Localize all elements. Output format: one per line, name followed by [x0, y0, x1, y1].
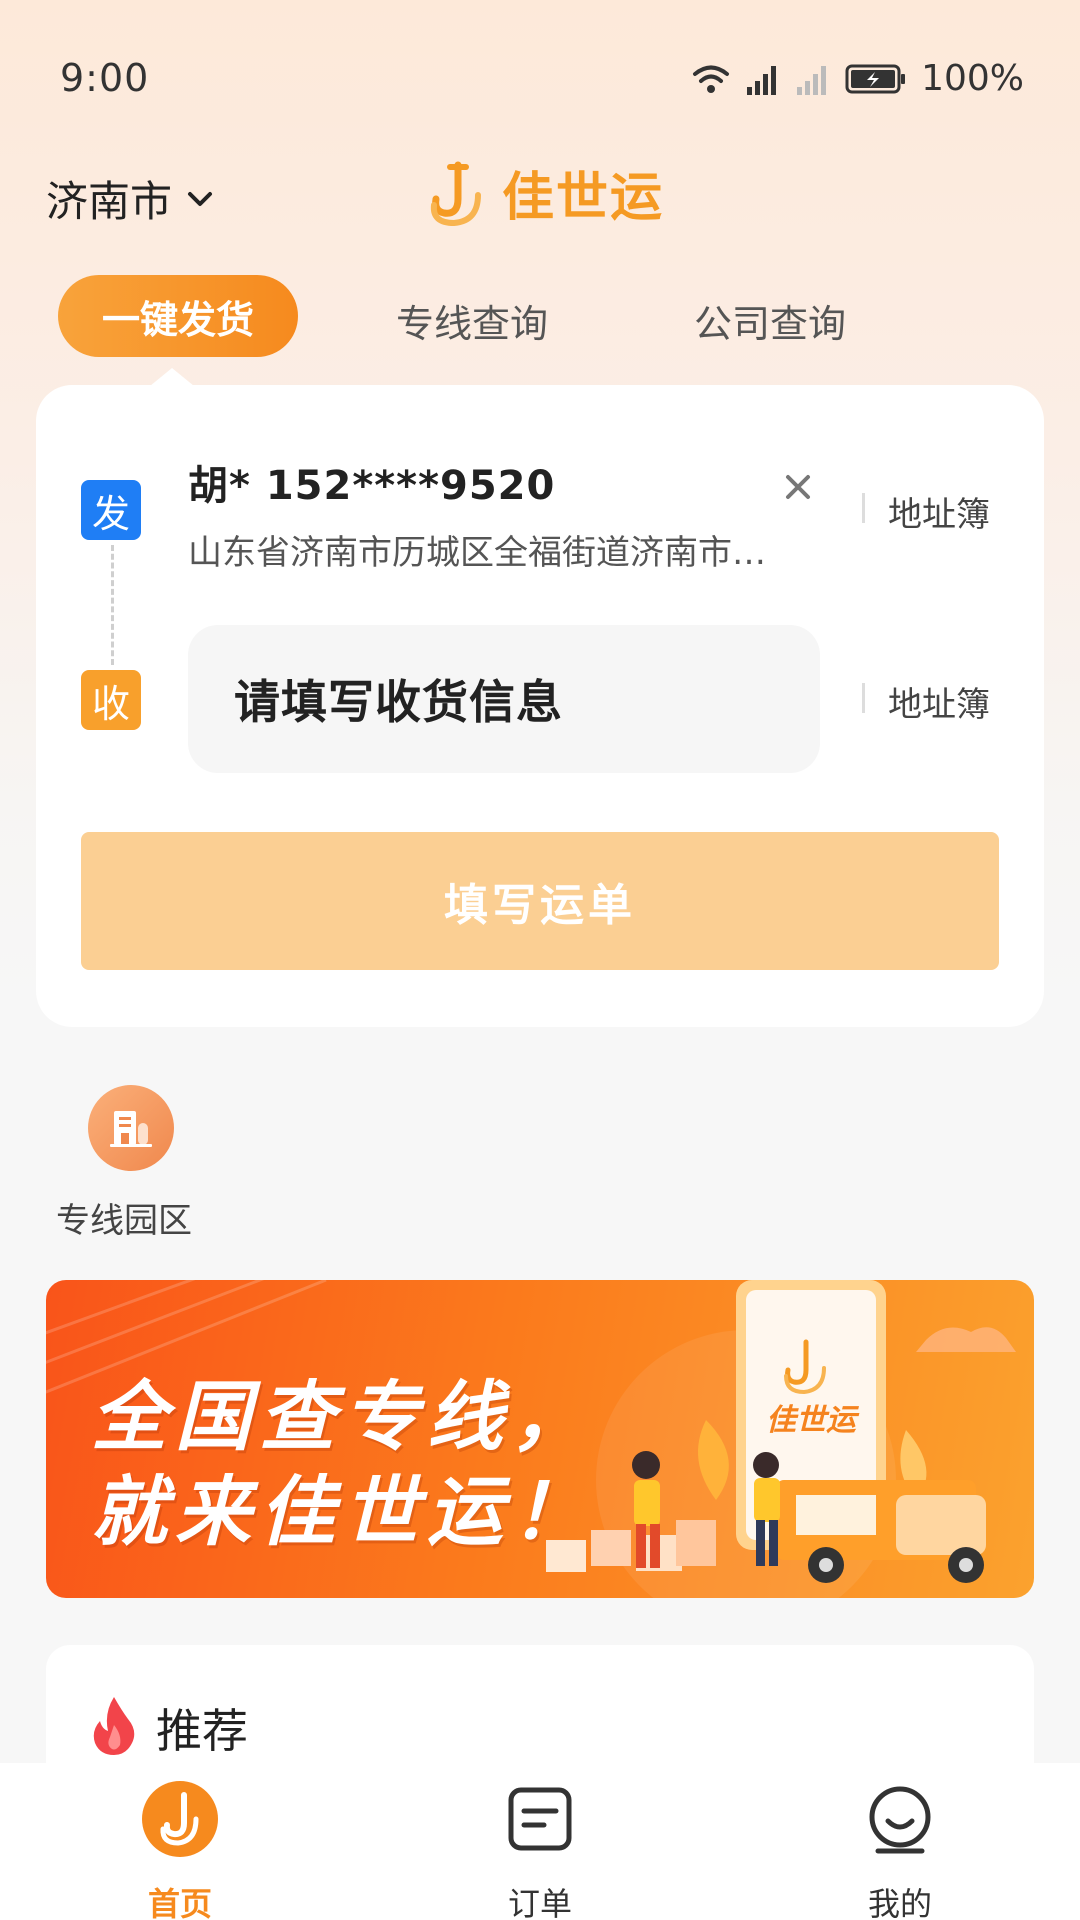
sender-tag: 发 — [81, 480, 141, 540]
tabbar-profile-label: 我的 — [867, 1885, 932, 1920]
mode-tabs: 一键发货 专线查询 公司查询 — [0, 275, 1080, 365]
tabbar-home-label: 首页 — [147, 1885, 212, 1920]
tab-pointer — [150, 368, 194, 386]
chevron-down-icon — [188, 191, 213, 206]
sender-address-book-link[interactable]: 地址簿 — [888, 487, 990, 536]
tab-line-search[interactable]: 专线查询 — [396, 293, 548, 348]
quick-entry-label: 专线园区 — [56, 1201, 192, 1241]
tab-company-search[interactable]: 公司查询 — [694, 293, 846, 348]
divider — [862, 493, 865, 523]
battery-charging-icon — [845, 64, 906, 93]
city-name: 济南市 — [46, 177, 173, 226]
shipment-card: 发 收 胡* 152****9520 山东省济南市历城区全福街道济南市… 地址簿… — [36, 385, 1044, 1027]
building-icon — [88, 1085, 174, 1171]
tabbar-orders[interactable]: 订单 — [460, 1779, 620, 1920]
profile-icon — [860, 1779, 940, 1859]
banner-headline-2: 就来佳世运！ — [91, 1467, 595, 1556]
tabbar-home[interactable]: 首页 — [100, 1779, 260, 1920]
signal-icon — [747, 65, 777, 95]
fill-waybill-button[interactable]: 填写运单 — [81, 832, 999, 970]
status-icons: 100% — [691, 58, 1024, 99]
tab-one-click-ship[interactable]: 一键发货 — [58, 275, 298, 357]
sender-address[interactable]: 山东省济南市历城区全福街道济南市… — [188, 525, 828, 574]
battery-percent: 100% — [921, 58, 1024, 99]
receiver-info-input[interactable]: 请填写收货信息 — [188, 625, 820, 773]
brand-logo: 佳世运 — [428, 155, 664, 230]
receiver-tag: 收 — [81, 670, 141, 730]
recommend-title: 推荐 — [156, 1704, 248, 1758]
tabbar-profile[interactable]: 我的 — [820, 1779, 980, 1920]
brand-logo-icon — [430, 161, 481, 226]
quick-entry-line-park[interactable]: 专线园区 — [56, 1085, 216, 1241]
flame-icon — [93, 1697, 135, 1755]
status-bar: 9:00 100% — [0, 0, 1080, 150]
order-icon — [500, 1779, 580, 1859]
receiver-address-book-link[interactable]: 地址簿 — [888, 677, 990, 726]
tabbar-orders-label: 订单 — [507, 1885, 572, 1920]
divider — [862, 683, 865, 713]
city-selector[interactable]: 济南市 — [46, 168, 214, 229]
brand-name: 佳世运 — [502, 168, 665, 228]
clear-sender-icon[interactable] — [776, 465, 820, 509]
wifi-icon — [693, 65, 730, 93]
app-header: 济南市 佳世运 — [0, 150, 1080, 240]
bottom-tab-bar: 首页 订单 我的 — [0, 1763, 1080, 1920]
route-connector — [111, 545, 114, 665]
banner-phone-brand: 佳世运 — [766, 1403, 860, 1438]
home-logo-icon — [140, 1779, 220, 1859]
sender-name[interactable]: 胡* 152****9520 — [188, 453, 555, 511]
promo-banner[interactable]: 佳世运 全国查专线， 就来佳世运！ — [46, 1280, 1034, 1598]
banner-headline-1: 全国查专线， — [91, 1372, 595, 1461]
signal-icon — [797, 65, 827, 95]
status-time: 9:00 — [60, 56, 150, 100]
